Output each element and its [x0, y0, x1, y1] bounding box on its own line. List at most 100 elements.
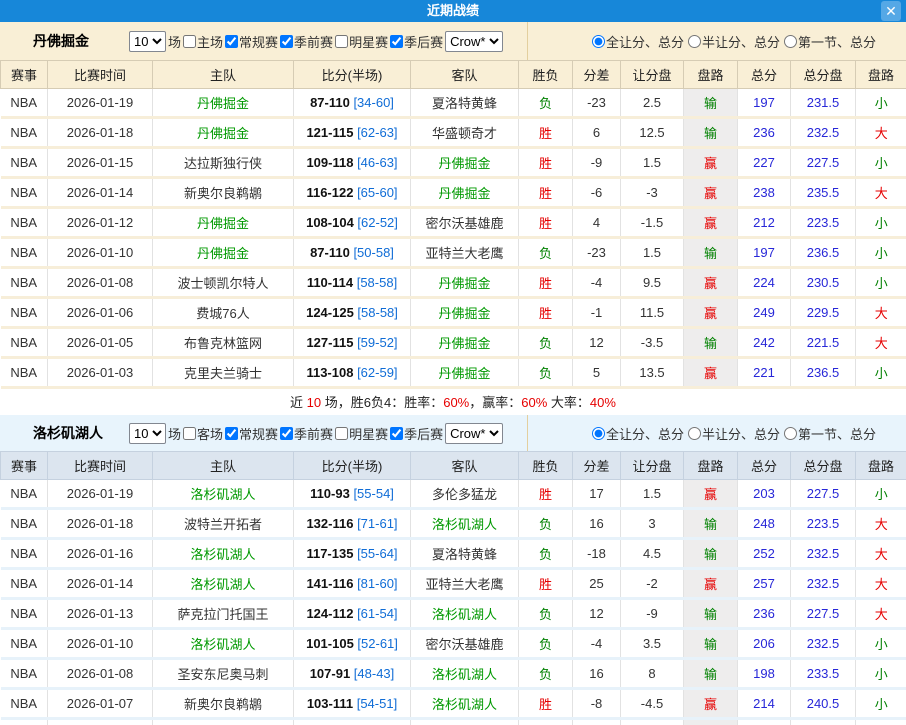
- total-cell: 227: [738, 148, 791, 178]
- score-cell: 120-114 [54-65]: [294, 719, 411, 725]
- full-score: 103-111: [307, 696, 353, 711]
- home-team-cell: 丹佛掘金: [153, 89, 294, 118]
- filter-checkbox[interactable]: [225, 35, 238, 48]
- half-score: [48-43]: [350, 666, 394, 681]
- filter-checkbox-option[interactable]: 季前赛: [278, 32, 333, 51]
- home-team-cell: 费城76人: [153, 298, 294, 328]
- score-cell: 110-93 [55-54]: [294, 480, 411, 509]
- home-team-cell: 新奥尔良鹈鹕: [153, 689, 294, 719]
- bookmaker-select[interactable]: Crow*: [445, 31, 503, 52]
- date-cell: 2026-01-18: [48, 118, 153, 148]
- view-radio[interactable]: [592, 427, 605, 440]
- total-cell: 238: [738, 178, 791, 208]
- win-loss-cell: 负: [519, 89, 573, 118]
- filter-checkbox[interactable]: [280, 427, 293, 440]
- view-radio[interactable]: [784, 427, 797, 440]
- summary-segment: 近: [290, 395, 307, 410]
- date-cell: 2026-01-06: [48, 298, 153, 328]
- score-cell: 113-108 [62-59]: [294, 358, 411, 388]
- league-cell: NBA: [1, 659, 48, 689]
- over-under-cell: 小: [856, 89, 906, 118]
- lakers-games-table: 赛事 比赛时间 主队 比分(半场) 客队 胜负 分差 让分盘 盘路 总分 总分盘…: [0, 451, 906, 725]
- point-diff-cell: -8: [573, 689, 621, 719]
- table-header-row: 赛事 比赛时间 主队 比分(半场) 客队 胜负 分差 让分盘 盘路 总分 总分盘…: [1, 61, 906, 89]
- view-radio[interactable]: [688, 35, 701, 48]
- handicap-cell: 3.5: [621, 629, 684, 659]
- games-count-select[interactable]: 10: [129, 423, 166, 444]
- view-radio[interactable]: [592, 35, 605, 48]
- filter-checkbox[interactable]: [280, 35, 293, 48]
- summary-segment: 大率：: [547, 395, 590, 410]
- view-radio-option[interactable]: 第一节、总分: [782, 424, 876, 443]
- handicap-cell: 13.5: [621, 358, 684, 388]
- total-line-cell: 236.5: [791, 238, 856, 268]
- filter-checkbox-option[interactable]: 明星赛: [333, 424, 388, 443]
- filter-checkbox[interactable]: [335, 427, 348, 440]
- view-radio-option[interactable]: 第一节、总分: [782, 32, 876, 51]
- view-radio-option[interactable]: 半让分、总分: [686, 32, 780, 51]
- filter-checkbox-option[interactable]: 季后赛: [388, 32, 443, 51]
- league-cell: NBA: [1, 480, 48, 509]
- filter-checkbox-option[interactable]: 常规赛: [223, 32, 278, 51]
- away-team-cell: 洛杉矶湖人: [411, 659, 519, 689]
- win-loss-cell: 负: [519, 238, 573, 268]
- date-cell: 2026-01-10: [48, 629, 153, 659]
- game-row: NBA2026-01-10洛杉矶湖人101-105 [52-61]密尔沃基雄鹿负…: [1, 629, 906, 659]
- filter-checkbox[interactable]: [183, 35, 196, 48]
- half-score: [71-61]: [353, 516, 397, 531]
- win-loss-cell: 胜: [519, 268, 573, 298]
- filter-checkbox-option[interactable]: 明星赛: [333, 32, 388, 51]
- filter-checkbox-option[interactable]: 季前赛: [278, 424, 333, 443]
- total-cell: 221: [738, 358, 791, 388]
- filter-checkbox-option[interactable]: 常规赛: [223, 424, 278, 443]
- view-radio[interactable]: [688, 427, 701, 440]
- total-cell: 214: [738, 689, 791, 719]
- score-cell: 132-116 [71-61]: [294, 509, 411, 539]
- games-count-select[interactable]: 10: [129, 31, 166, 52]
- away-team-cell: 密尔沃基雄鹿: [411, 208, 519, 238]
- col-score: 比分(半场): [294, 452, 411, 480]
- filter-checkbox[interactable]: [183, 427, 196, 440]
- total-line-cell: 221.5: [791, 328, 856, 358]
- handicap-cell: -3.5: [621, 328, 684, 358]
- view-radio[interactable]: [784, 35, 797, 48]
- full-score: 108-104: [306, 215, 354, 230]
- league-cell: NBA: [1, 719, 48, 725]
- away-team-cell: 洛杉矶湖人: [411, 599, 519, 629]
- home-team-cell: 丹佛掘金: [153, 208, 294, 238]
- filter-checkbox[interactable]: [225, 427, 238, 440]
- col-away: 客队: [411, 61, 519, 89]
- total-line-cell: 227.5: [791, 148, 856, 178]
- filter-checkbox-option[interactable]: 主场: [181, 32, 223, 51]
- home-team-cell: 洛杉矶湖人: [153, 539, 294, 569]
- filter-checkbox-option[interactable]: 季后赛: [388, 424, 443, 443]
- filter-checkbox-option[interactable]: 客场: [181, 424, 223, 443]
- home-team-cell: 洛杉矶湖人: [153, 569, 294, 599]
- handicap-cell: 8: [621, 659, 684, 689]
- total-line-cell: 237.5: [791, 719, 856, 725]
- game-row: NBA2026-01-07新奥尔良鹈鹕103-111 [54-51]洛杉矶湖人胜…: [1, 689, 906, 719]
- bookmaker-select[interactable]: Crow*: [445, 423, 503, 444]
- filter-checkbox[interactable]: [390, 427, 403, 440]
- half-score: [62-52]: [354, 215, 398, 230]
- view-radio-option[interactable]: 全让分、总分: [590, 32, 684, 51]
- date-cell: 2026-01-15: [48, 148, 153, 178]
- handicap-cell: -3: [621, 178, 684, 208]
- total-line-cell: 235.5: [791, 178, 856, 208]
- point-diff-cell: -6: [573, 178, 621, 208]
- point-diff-cell: 6: [573, 118, 621, 148]
- total-line-cell: 232.5: [791, 118, 856, 148]
- win-loss-cell: 胜: [519, 689, 573, 719]
- view-radio-option[interactable]: 全让分、总分: [590, 424, 684, 443]
- home-team-cell: 洛杉矶湖人: [153, 629, 294, 659]
- home-team-cell: 波士顿凯尔特人: [153, 268, 294, 298]
- full-score: 116-122: [306, 185, 353, 200]
- col-league: 赛事: [1, 61, 48, 89]
- close-icon[interactable]: ✕: [881, 1, 901, 21]
- filter-checkbox[interactable]: [335, 35, 348, 48]
- filter-checkbox[interactable]: [390, 35, 403, 48]
- total-cell: 197: [738, 238, 791, 268]
- view-radio-option[interactable]: 半让分、总分: [686, 424, 780, 443]
- win-loss-cell: 负: [519, 539, 573, 569]
- date-cell: 2026-01-19: [48, 89, 153, 118]
